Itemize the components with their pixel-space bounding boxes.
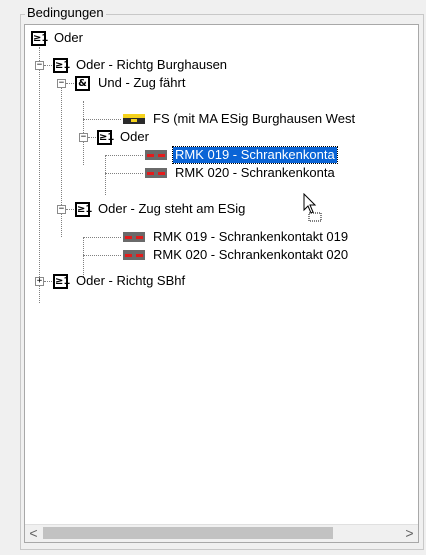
collapse-toggle[interactable]: −	[35, 61, 44, 70]
groupbox-title: Bedingungen	[25, 5, 106, 20]
tree-line	[88, 137, 96, 138]
tree-node-label: RMK 019 - Schrankenkontakt 019	[153, 229, 349, 244]
tree-line	[105, 173, 143, 174]
or-gate-icon: ≥1	[75, 201, 93, 217]
tree-node-label: Oder - Zug steht am ESig	[98, 201, 246, 216]
tree-node-oder-zug-steht[interactable]: ≥1 Oder - Zug steht am ESig	[75, 200, 247, 218]
horizontal-scrollbar[interactable]: < >	[25, 524, 418, 542]
tree-node-label: FS (mit MA ESig Burghausen West	[153, 111, 356, 126]
or-gate-icon: ≥1	[31, 30, 49, 46]
scroll-thumb[interactable]	[43, 527, 333, 539]
and-gate-icon: &	[75, 75, 90, 91]
tree-node-label: RMK 020 - Schrankenkonta	[175, 165, 335, 180]
tree-node-fs[interactable]: FS (mit MA ESig Burghausen West	[123, 110, 357, 128]
or-gate-icon: ≥1	[97, 129, 115, 145]
tree-node-label: Oder	[120, 129, 149, 144]
tree-node-oder-root[interactable]: ≥1 Oder	[31, 29, 85, 47]
tree-node-rmk-020[interactable]: RMK 020 - Schrankenkontakt 020	[123, 246, 350, 264]
tree-node-und-zug-faehrt[interactable]: & Und - Zug fährt	[75, 74, 187, 92]
tree-node-oder[interactable]: ≥1 Oder	[97, 128, 151, 146]
track-contact-icon	[145, 150, 167, 160]
track-contact-icon	[145, 168, 167, 178]
tree-node-rmk-020[interactable]: RMK 020 - Schrankenkonta	[145, 164, 337, 182]
tree-node-label: RMK 020 - Schrankenkontakt 020	[153, 247, 349, 262]
tree-node-rmk-019[interactable]: RMK 019 - Schrankenkontakt 019	[123, 228, 350, 246]
collapse-toggle[interactable]: −	[57, 79, 66, 88]
collapse-toggle[interactable]: −	[79, 133, 88, 142]
tree-line	[83, 119, 121, 120]
mouse-cursor-icon	[303, 193, 322, 222]
tree-line	[105, 155, 106, 195]
tree-line	[83, 255, 121, 256]
scroll-right-button[interactable]: >	[401, 525, 418, 542]
tree-line	[44, 65, 52, 66]
tree-node-rmk-019-selected[interactable]: RMK 019 - Schrankenkonta	[145, 146, 338, 164]
expand-toggle[interactable]: +	[35, 277, 44, 286]
route-signal-icon	[123, 114, 145, 124]
track-contact-icon	[123, 232, 145, 242]
tree-line	[39, 47, 40, 303]
tree-line	[44, 281, 52, 282]
tree-node-label: Oder - Richtg SBhf	[76, 273, 186, 288]
tree-node-oder-richtg-sbhf[interactable]: ≥1 Oder - Richtg SBhf	[53, 272, 187, 290]
tree-line	[66, 83, 74, 84]
conditions-tree[interactable]: − − − − + ≥1 Oder ≥1 Oder - Richtg Burgh…	[24, 24, 419, 543]
tree-node-label: Oder	[54, 30, 83, 45]
collapse-toggle[interactable]: −	[57, 205, 66, 214]
tree-line	[83, 237, 121, 238]
tree-line	[83, 237, 84, 277]
tree-line	[66, 209, 74, 210]
tree-line	[105, 155, 143, 156]
track-contact-icon	[123, 250, 145, 260]
tree-node-label: RMK 019 - Schrankenkonta	[172, 146, 338, 164]
tree-node-label: Und - Zug fährt	[98, 75, 186, 90]
scroll-left-button[interactable]: <	[25, 525, 42, 542]
or-gate-icon: ≥1	[53, 273, 71, 289]
tree-node-label: Oder - Richtg Burghausen	[76, 57, 228, 72]
or-gate-icon: ≥1	[53, 57, 71, 73]
tree-node-oder-richtg-burghausen[interactable]: ≥1 Oder - Richtg Burghausen	[53, 56, 229, 74]
